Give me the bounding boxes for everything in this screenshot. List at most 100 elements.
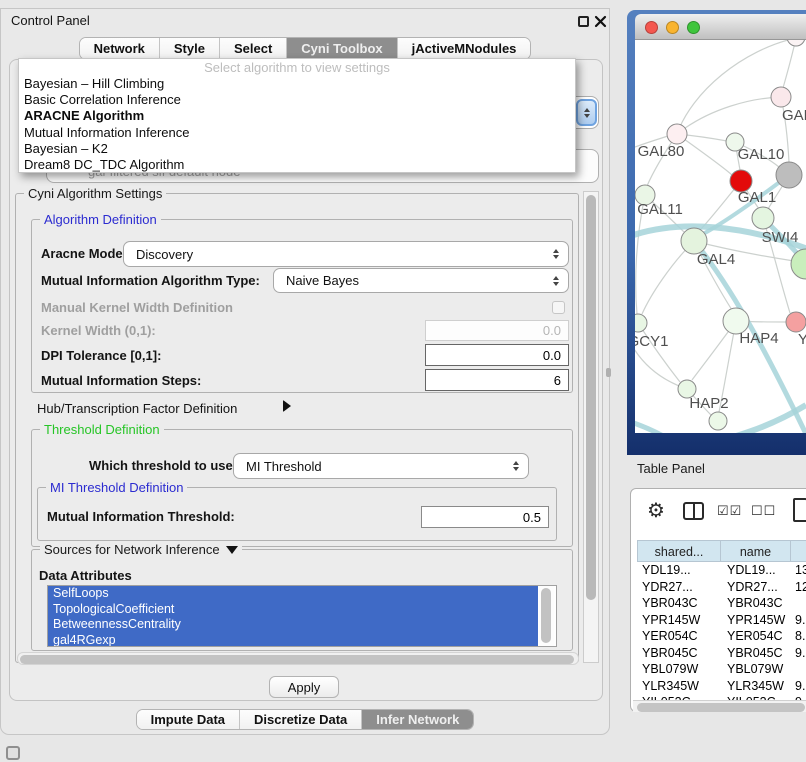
new-table-icon[interactable] — [793, 498, 806, 522]
dropdown-item[interactable]: Dream8 DC_TDC Algorithm — [19, 157, 575, 173]
minimize-window-icon[interactable] — [666, 21, 679, 34]
network-node[interactable] — [667, 124, 687, 144]
restore-panel-icon[interactable] — [6, 746, 20, 760]
select-all-checkboxes-icon[interactable]: ☑☑ — [717, 502, 742, 520]
cell-name: YBR045C — [721, 645, 791, 662]
settings-vertical-scrollbar[interactable] — [583, 191, 599, 663]
dpi-tolerance-field[interactable]: 0.0 — [425, 344, 569, 366]
dropdown-item[interactable]: Bayesian – Hill Climbing — [19, 76, 575, 92]
table-header-row: shared...name — [637, 540, 806, 562]
cell-shared-name: YDR27... — [637, 579, 721, 596]
bottom-tab[interactable]: Impute Data — [137, 710, 239, 729]
attribute-list-item[interactable]: SelfLoops — [48, 586, 538, 602]
dropdown-item[interactable]: Bayesian – K2 — [19, 141, 575, 157]
apply-button[interactable]: Apply — [269, 676, 339, 698]
collapse-arrow-icon[interactable] — [226, 546, 238, 554]
table-row[interactable]: YBR043C YBR043C — [637, 595, 806, 612]
tab[interactable]: Cyni Toolbox — [286, 38, 396, 59]
table-row[interactable]: YDR27... YDR27... 12 — [637, 579, 806, 596]
scrollbar-thumb[interactable] — [541, 588, 551, 643]
network-node[interactable] — [771, 87, 791, 107]
table-row[interactable]: YDL19... YDL19... 13 — [637, 562, 806, 579]
which-threshold-label: Which threshold to use: — [89, 458, 237, 474]
table-row[interactable]: YBL079W YBL079W — [637, 661, 806, 678]
list-vertical-scrollbar[interactable] — [539, 586, 554, 646]
mi-threshold-field[interactable]: 0.5 — [421, 506, 549, 528]
mi-type-combo[interactable]: Naive Bayes — [273, 268, 569, 293]
tab[interactable]: Network — [80, 38, 159, 59]
network-edge[interactable] — [638, 323, 680, 382]
settings-horizontal-scrollbar[interactable] — [17, 652, 579, 665]
aracne-mode-combo[interactable]: Discovery — [123, 241, 569, 267]
kernel-width-field[interactable]: 0.0 — [425, 320, 569, 341]
table-horizontal-scrollbar[interactable] — [633, 700, 806, 712]
gear-icon[interactable]: ⚙ — [647, 498, 665, 524]
which-threshold-combo[interactable]: MI Threshold — [233, 453, 529, 479]
tab[interactable]: jActiveMNodules — [397, 38, 531, 59]
dropdown-placeholder: Select algorithm to view settings — [19, 59, 575, 76]
scrollbar-thumb[interactable] — [637, 703, 805, 712]
spinner-down-icon — [584, 114, 590, 118]
split-panel-icon[interactable] — [683, 502, 704, 520]
divider-grip[interactable] — [606, 368, 611, 377]
attribute-list-item[interactable]: gal4RGexp — [48, 633, 538, 648]
table-row[interactable]: YLR345W YLR345W 9. — [637, 678, 806, 695]
tab-label: Select — [234, 41, 272, 56]
tab[interactable]: Select — [219, 38, 286, 59]
cell-name: YPR145W — [721, 612, 791, 629]
attribute-list-item[interactable]: TopologicalCoefficient — [48, 602, 538, 618]
cell-value: 8. — [791, 628, 806, 645]
cyni-settings-frame-title: Cyni Algorithm Settings — [24, 186, 166, 201]
data-attributes-list[interactable]: SelfLoopsTopologicalCoefficientBetweenne… — [47, 585, 557, 647]
network-canvas[interactable]: GALGAL80GAL10GAL1GAL11SWI4GAL4GCY1HAP4YH… — [635, 40, 806, 433]
mi-steps-value: 6 — [554, 373, 561, 388]
close-panel-icon[interactable] — [594, 15, 607, 28]
network-node[interactable] — [776, 162, 802, 188]
network-node[interactable] — [787, 40, 805, 46]
network-view-inner: GALGAL80GAL10GAL1GAL11SWI4GAL4GCY1HAP4YH… — [635, 14, 806, 433]
float-panel-icon[interactable] — [578, 16, 589, 27]
table-row[interactable]: YBR045C YBR045C 9. — [637, 645, 806, 662]
mi-steps-field[interactable]: 6 — [425, 369, 569, 391]
network-edge[interactable] — [635, 420, 680, 433]
dropdown-item[interactable]: Mutual Information Inference — [19, 125, 575, 141]
table-column-header[interactable]: shared... — [637, 540, 721, 562]
table-row[interactable]: YPR145W YPR145W 9. — [637, 612, 806, 629]
cell-shared-name: YDL19... — [637, 562, 721, 579]
scrollbar-thumb[interactable] — [20, 655, 574, 664]
network-window-titlebar[interactable] — [635, 14, 806, 40]
network-node[interactable] — [786, 312, 806, 332]
network-node[interactable] — [752, 207, 774, 229]
close-window-icon[interactable] — [645, 21, 658, 34]
network-edge[interactable] — [783, 40, 796, 88]
attribute-list-item[interactable]: BetweennessCentrality — [48, 617, 538, 633]
dropdown-item[interactable]: Basic Correlation Inference — [19, 92, 575, 108]
deselect-all-checkboxes-icon[interactable]: ☐☐ — [751, 502, 776, 520]
network-edge[interactable] — [677, 97, 781, 134]
tab-label: jActiveMNodules — [412, 41, 517, 56]
tab[interactable]: Style — [159, 38, 219, 59]
combo-arrows-icon — [513, 461, 519, 471]
manual-kernel-checkbox[interactable] — [552, 301, 565, 314]
network-node[interactable] — [709, 412, 727, 430]
network-node[interactable] — [635, 314, 647, 332]
network-view-window[interactable]: GALGAL80GAL10GAL1GAL11SWI4GAL4GCY1HAP4YH… — [627, 10, 806, 455]
network-node-label: GAL1 — [738, 189, 776, 206]
table-row[interactable]: YER054C YER054C 8. — [637, 628, 806, 645]
scrollbar-thumb[interactable] — [586, 195, 596, 600]
dropdown-item[interactable]: ARACNE Algorithm — [19, 108, 575, 124]
bottom-tab[interactable]: Infer Network — [361, 710, 473, 729]
bottom-tab[interactable]: Discretize Data — [239, 710, 361, 729]
table-panel-window: ⚙ ☑☑ ☐☐ shared...name YDL19... YDL19... … — [630, 488, 806, 712]
combo-spinner-focused[interactable] — [576, 99, 597, 126]
table-column-header[interactable] — [791, 540, 806, 562]
expand-arrow-icon[interactable] — [283, 400, 291, 412]
network-node[interactable] — [791, 249, 806, 279]
control-panel-window: Control Panel Network Style — [0, 8, 610, 735]
mi-threshold-label: Mutual Information Threshold: — [47, 509, 235, 525]
zoom-window-icon[interactable] — [687, 21, 700, 34]
table-column-header[interactable]: name — [721, 540, 791, 562]
control-panel-tabbar: Network Style Select — [1, 37, 609, 60]
mi-threshold-value: 0.5 — [523, 510, 541, 525]
cell-value: 12 — [791, 579, 806, 596]
